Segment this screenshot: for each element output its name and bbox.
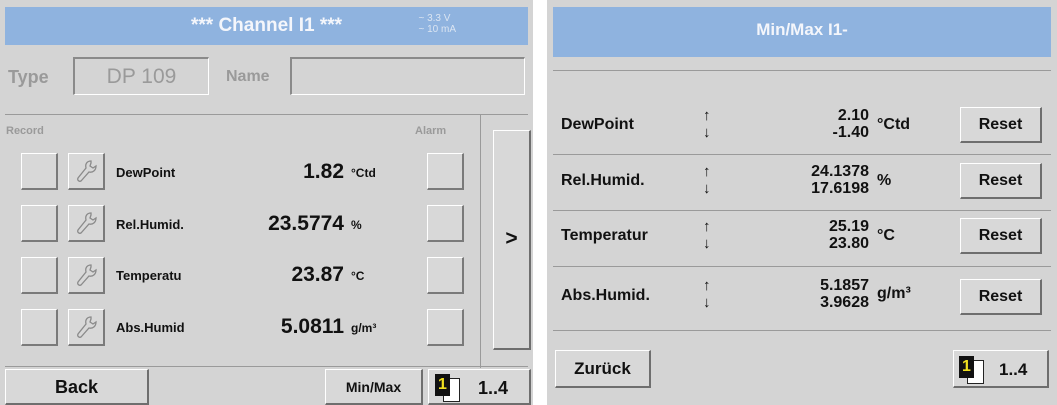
divider xyxy=(553,154,1051,155)
max-value-abshumid: 5.1857 xyxy=(820,277,869,294)
minmax-name-abshumid: Abs.Humid. xyxy=(561,287,650,304)
min-arrow-icon: ↓ xyxy=(703,235,711,252)
divider xyxy=(553,330,1051,331)
alarm-checkbox-relhumid[interactable] xyxy=(427,205,464,242)
reset-button-relhumid[interactable]: Reset xyxy=(960,163,1042,199)
alarm-checkbox-temperature[interactable] xyxy=(427,257,464,294)
wrench-icon xyxy=(77,264,97,286)
max-arrow-icon: ↑ xyxy=(703,218,711,235)
max-arrow-icon: ↑ xyxy=(703,277,711,294)
min-value-relhumid: 17.6198 xyxy=(811,180,869,197)
min-arrow-icon: ↓ xyxy=(703,294,711,311)
type-field[interactable]: DP 109 xyxy=(73,57,209,95)
max-value-relhumid: 24.1378 xyxy=(811,163,869,180)
record-label: Record xyxy=(6,125,44,137)
measurement-unit-temperature: °C xyxy=(351,269,365,283)
vertical-divider xyxy=(480,114,481,368)
wrench-icon xyxy=(77,160,97,182)
page-range: 1..4 xyxy=(478,378,509,398)
divider xyxy=(553,210,1051,211)
record-checkbox-temperature[interactable] xyxy=(21,257,58,294)
unit-relhumid: % xyxy=(877,172,892,189)
back-button[interactable]: Zurück xyxy=(555,350,651,388)
measurement-value-relhumid: 23.5774 xyxy=(268,212,344,235)
range-current: ~ 10 mA xyxy=(418,24,456,35)
reset-button-abshumid[interactable]: Reset xyxy=(960,279,1042,315)
minmax-name-relhumid: Rel.Humid. xyxy=(561,172,645,189)
record-checkbox-abshumid[interactable] xyxy=(21,309,58,346)
measurement-value-temperature: 23.87 xyxy=(291,263,344,286)
measurement-value-dewpoint: 1.82 xyxy=(303,160,344,183)
measurement-unit-abshumid: g/m³ xyxy=(351,321,377,335)
unit-abshumid: g/m³ xyxy=(877,285,911,302)
min-value-abshumid: 3.9628 xyxy=(820,294,869,311)
name-label: Name xyxy=(226,68,270,85)
min-value-temperature: 23.80 xyxy=(828,235,869,252)
max-value-dewpoint: 2.10 xyxy=(837,107,869,124)
record-checkbox-relhumid[interactable] xyxy=(21,205,58,242)
divider xyxy=(5,114,528,115)
minmax-title: Min/Max I1- xyxy=(756,20,848,39)
min-arrow-icon: ↓ xyxy=(703,180,711,197)
range-voltage: ~ 3.3 V xyxy=(418,13,451,24)
measurement-name-dewpoint: DewPoint xyxy=(116,165,176,180)
divider xyxy=(553,266,1051,267)
measurement-name-relhumid: Rel.Humid. xyxy=(116,217,184,232)
type-label: Type xyxy=(8,67,49,87)
wrench-icon xyxy=(77,212,97,234)
unit-dewpoint: °Ctd xyxy=(877,116,911,133)
measurement-name-temperature: Temperatu xyxy=(116,268,182,283)
minmax-button[interactable]: Min/Max xyxy=(325,369,423,405)
record-checkbox-dewpoint[interactable] xyxy=(21,153,58,190)
channel-screen: *** Channel I1 *** ~ 3.3 V ~ 10 mA Type … xyxy=(0,0,533,405)
measurement-unit-dewpoint: °Ctd xyxy=(351,166,376,180)
page-badge: 1 xyxy=(959,356,974,378)
max-value-temperature: 25.19 xyxy=(828,218,869,235)
min-value-dewpoint: -1.40 xyxy=(832,124,869,141)
measurement-value-abshumid: 5.0811 xyxy=(280,315,344,338)
measurement-name-abshumid: Abs.Humid xyxy=(116,320,185,335)
next-button[interactable]: > xyxy=(493,130,531,350)
page-selector[interactable]: 1 1..4 xyxy=(953,350,1049,388)
measurement-unit-relhumid: % xyxy=(351,218,362,232)
minmax-screen: Min/Max I1- DewPoint ↑ ↓ 2.10 -1.40 °Ctd… xyxy=(547,0,1057,405)
type-value: DP 109 xyxy=(106,65,177,88)
settings-button-temperature[interactable] xyxy=(68,257,105,294)
alarm-label: Alarm xyxy=(415,125,447,137)
min-arrow-icon: ↓ xyxy=(703,124,711,141)
max-arrow-icon: ↑ xyxy=(703,107,711,124)
page-range: 1..4 xyxy=(999,360,1028,379)
channel-range: ~ 3.3 V ~ 10 mA xyxy=(418,13,456,35)
alarm-checkbox-abshumid[interactable] xyxy=(427,309,464,346)
channel-header: *** Channel I1 *** ~ 3.3 V ~ 10 mA xyxy=(5,7,528,45)
wrench-icon xyxy=(77,316,97,338)
back-button[interactable]: Back xyxy=(5,369,149,405)
alarm-checkbox-dewpoint[interactable] xyxy=(427,153,464,190)
reset-button-dewpoint[interactable]: Reset xyxy=(960,107,1042,143)
divider xyxy=(553,70,1051,71)
minmax-name-temperature: Temperatur xyxy=(561,227,648,244)
reset-button-temperature[interactable]: Reset xyxy=(960,218,1042,254)
settings-button-relhumid[interactable] xyxy=(68,205,105,242)
page-selector[interactable]: 1 1..4 xyxy=(428,369,531,405)
settings-button-abshumid[interactable] xyxy=(68,309,105,346)
minmax-header: Min/Max I1- xyxy=(553,7,1051,57)
divider xyxy=(5,366,528,367)
page-badge: 1 xyxy=(435,374,450,396)
settings-button-dewpoint[interactable] xyxy=(68,153,105,190)
max-arrow-icon: ↑ xyxy=(703,163,711,180)
unit-temperature: °C xyxy=(877,227,895,244)
name-field[interactable] xyxy=(290,57,525,95)
minmax-name-dewpoint: DewPoint xyxy=(561,116,634,133)
